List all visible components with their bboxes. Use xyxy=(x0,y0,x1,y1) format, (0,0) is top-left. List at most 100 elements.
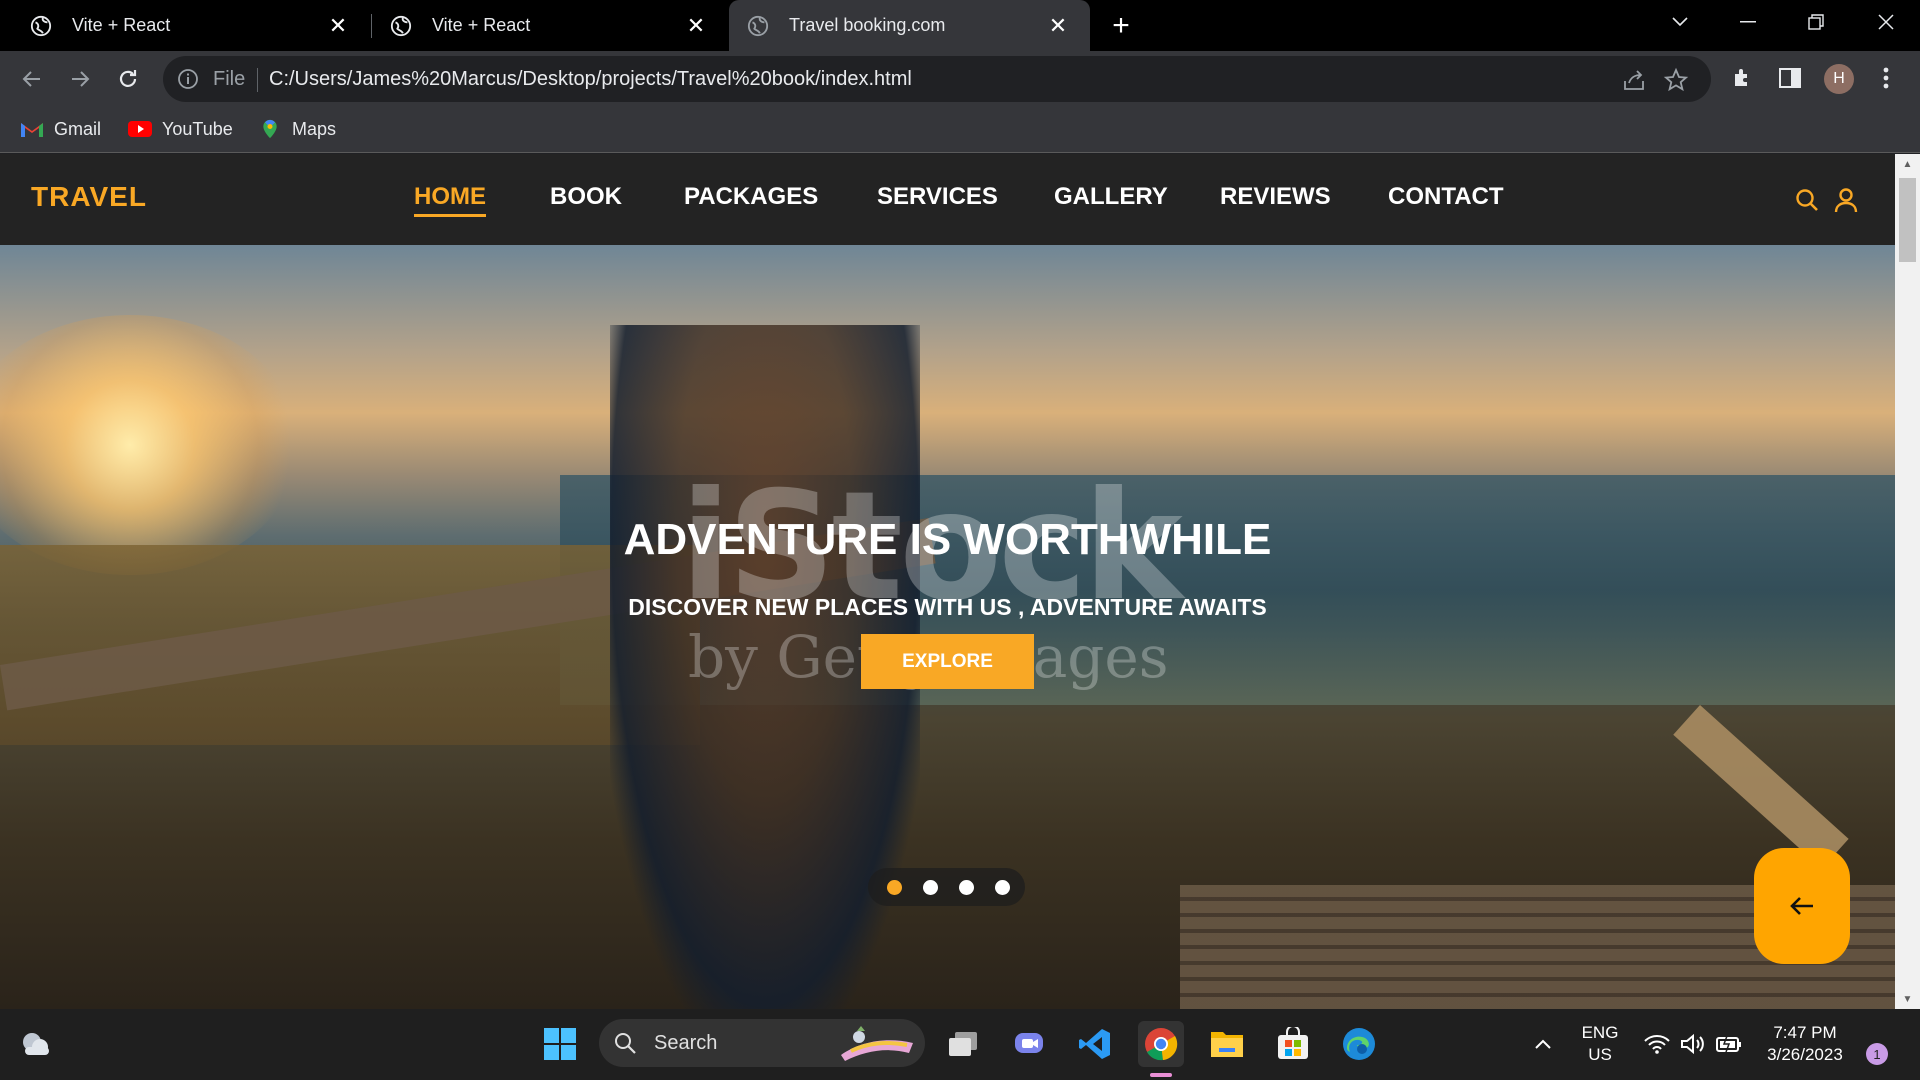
extensions-icon[interactable] xyxy=(1728,63,1758,93)
forward-button[interactable] xyxy=(62,61,98,97)
bookmarks-bar: Gmail YouTube Maps xyxy=(0,106,1920,153)
tab-search-icon[interactable] xyxy=(1660,6,1700,38)
minimize-button[interactable] xyxy=(1728,6,1768,38)
bookmark-label: Maps xyxy=(292,118,337,139)
chrome-icon[interactable] xyxy=(1138,1021,1184,1067)
nav-gallery[interactable]: GALLERY xyxy=(1054,183,1168,211)
volume-icon[interactable] xyxy=(1676,1021,1710,1067)
slide-dot-2[interactable] xyxy=(923,880,938,895)
site-logo[interactable]: TRAVEL xyxy=(31,181,147,213)
tab-title: Vite + React xyxy=(72,15,171,35)
back-arrow-button[interactable] xyxy=(1754,848,1850,964)
task-view-icon[interactable] xyxy=(940,1021,986,1067)
arrow-left-icon xyxy=(22,71,40,87)
search-highlight-icon xyxy=(841,1026,913,1061)
slide-dot-4[interactable] xyxy=(995,880,1010,895)
notification-badge[interactable]: 1 xyxy=(1866,1043,1888,1065)
hero-subtitle: DISCOVER NEW PLACES WITH US , ADVENTURE … xyxy=(628,594,1267,620)
close-window-button[interactable] xyxy=(1866,6,1906,38)
nav-packages[interactable]: PACKAGES xyxy=(684,183,818,211)
bookmark-label: YouTube xyxy=(162,118,233,139)
nav-book[interactable]: BOOK xyxy=(550,183,622,211)
microsoft-store-icon[interactable] xyxy=(1270,1021,1316,1067)
globe-icon xyxy=(747,15,769,36)
url-text[interactable]: C:/Users/James%20Marcus/Desktop/projects… xyxy=(269,68,912,91)
user-icon[interactable] xyxy=(1833,187,1859,213)
arrow-right-icon xyxy=(72,71,90,87)
search-placeholder: Search xyxy=(654,1032,718,1054)
restore-button[interactable] xyxy=(1796,6,1836,38)
back-button[interactable] xyxy=(14,61,50,97)
close-tab-icon[interactable]: ✕ xyxy=(1046,13,1070,38)
arrow-left-icon xyxy=(1790,897,1813,915)
nav-contact[interactable]: CONTACT xyxy=(1388,183,1504,211)
youtube-icon xyxy=(128,121,152,137)
page-scrollbar[interactable]: ▲ ▼ xyxy=(1895,154,1920,1009)
clock-date: 3/26/2023 xyxy=(1767,1045,1843,1064)
file-explorer-icon[interactable] xyxy=(1204,1021,1250,1067)
windows-taskbar: Search ENG US 7:47 PM 3/26/2023 1 xyxy=(0,1009,1920,1080)
clock-time: 7:47 PM xyxy=(1773,1023,1837,1042)
hero-slider: iStock by Getty Images ADVENTURE IS WORT… xyxy=(0,245,1895,1009)
vscode-icon[interactable] xyxy=(1072,1021,1118,1067)
menu-kebab-icon[interactable] xyxy=(1871,63,1901,93)
bookmark-label: Gmail xyxy=(54,118,102,139)
scroll-down-arrow[interactable]: ▼ xyxy=(1895,989,1920,1009)
gmail-icon xyxy=(21,123,43,137)
reload-icon xyxy=(119,70,137,87)
new-tab-button[interactable]: + xyxy=(1104,9,1138,42)
side-panel-icon[interactable] xyxy=(1775,63,1805,93)
hero-image-railing xyxy=(1673,705,1849,869)
nav-reviews[interactable]: REVIEWS xyxy=(1220,183,1331,211)
share-icon[interactable] xyxy=(1621,67,1647,93)
scheme-label: File xyxy=(213,68,246,90)
tab-vite-react-2[interactable]: Vite + React ✕ xyxy=(360,0,728,51)
start-button[interactable] xyxy=(537,1021,583,1067)
system-clock[interactable]: 7:47 PM 3/26/2023 xyxy=(1752,1022,1858,1066)
explore-button[interactable]: EXPLORE xyxy=(861,634,1034,689)
page-viewport: TRAVEL HOME BOOK PACKAGES SERVICES GALLE… xyxy=(0,154,1920,1009)
maps-icon xyxy=(263,119,277,139)
browser-toolbar: File C:/Users/James%20Marcus/Desktop/pro… xyxy=(0,51,1920,106)
bookmark-youtube[interactable]: YouTube xyxy=(128,116,233,142)
globe-icon xyxy=(390,15,412,36)
address-bar[interactable]: File C:/Users/James%20Marcus/Desktop/pro… xyxy=(163,56,1711,102)
close-tab-icon[interactable]: ✕ xyxy=(326,13,350,38)
language-code: ENG xyxy=(1581,1023,1619,1042)
address-divider xyxy=(257,68,258,92)
windows-icon xyxy=(544,1028,576,1060)
slide-dot-3[interactable] xyxy=(959,880,974,895)
star-icon[interactable] xyxy=(1663,67,1689,93)
hero-title: ADVENTURE IS WORTHWHILE xyxy=(623,515,1272,564)
bookmark-gmail[interactable]: Gmail xyxy=(20,116,101,142)
reload-button[interactable] xyxy=(110,61,146,97)
edge-icon[interactable] xyxy=(1336,1021,1382,1067)
site-header: TRAVEL HOME BOOK PACKAGES SERVICES GALLE… xyxy=(0,154,1895,245)
close-tab-icon[interactable]: ✕ xyxy=(684,13,708,38)
scrollbar-thumb[interactable] xyxy=(1899,178,1916,262)
language-region: US xyxy=(1588,1045,1612,1064)
tray-overflow-chevron-icon[interactable] xyxy=(1520,1021,1566,1067)
profile-avatar[interactable]: H xyxy=(1824,64,1854,94)
active-app-indicator xyxy=(1150,1073,1172,1077)
tab-travel-booking[interactable]: Travel booking.com ✕ xyxy=(729,0,1090,51)
taskbar-search[interactable]: Search xyxy=(599,1019,925,1067)
search-icon[interactable] xyxy=(1794,187,1820,213)
tab-vite-react-1[interactable]: Vite + React ✕ xyxy=(0,0,370,51)
nav-home[interactable]: HOME xyxy=(414,183,486,217)
browser-tab-strip: Vite + React ✕ Vite + React ✕ Travel boo… xyxy=(0,0,1920,51)
slide-dot-1[interactable] xyxy=(887,880,902,895)
teams-chat-icon[interactable] xyxy=(1006,1021,1052,1067)
tab-title: Travel booking.com xyxy=(789,15,946,35)
scroll-up-arrow[interactable]: ▲ xyxy=(1895,154,1920,174)
tab-title: Vite + React xyxy=(432,15,531,35)
weather-widget-icon[interactable] xyxy=(12,1021,58,1067)
battery-icon[interactable] xyxy=(1712,1021,1746,1067)
wifi-icon[interactable] xyxy=(1640,1021,1674,1067)
info-icon[interactable] xyxy=(177,68,199,90)
nav-services[interactable]: SERVICES xyxy=(877,183,998,211)
bookmark-maps[interactable]: Maps xyxy=(258,116,336,142)
input-language[interactable]: ENG US xyxy=(1570,1022,1630,1066)
globe-icon xyxy=(30,15,52,36)
slider-pagination xyxy=(868,868,1025,906)
